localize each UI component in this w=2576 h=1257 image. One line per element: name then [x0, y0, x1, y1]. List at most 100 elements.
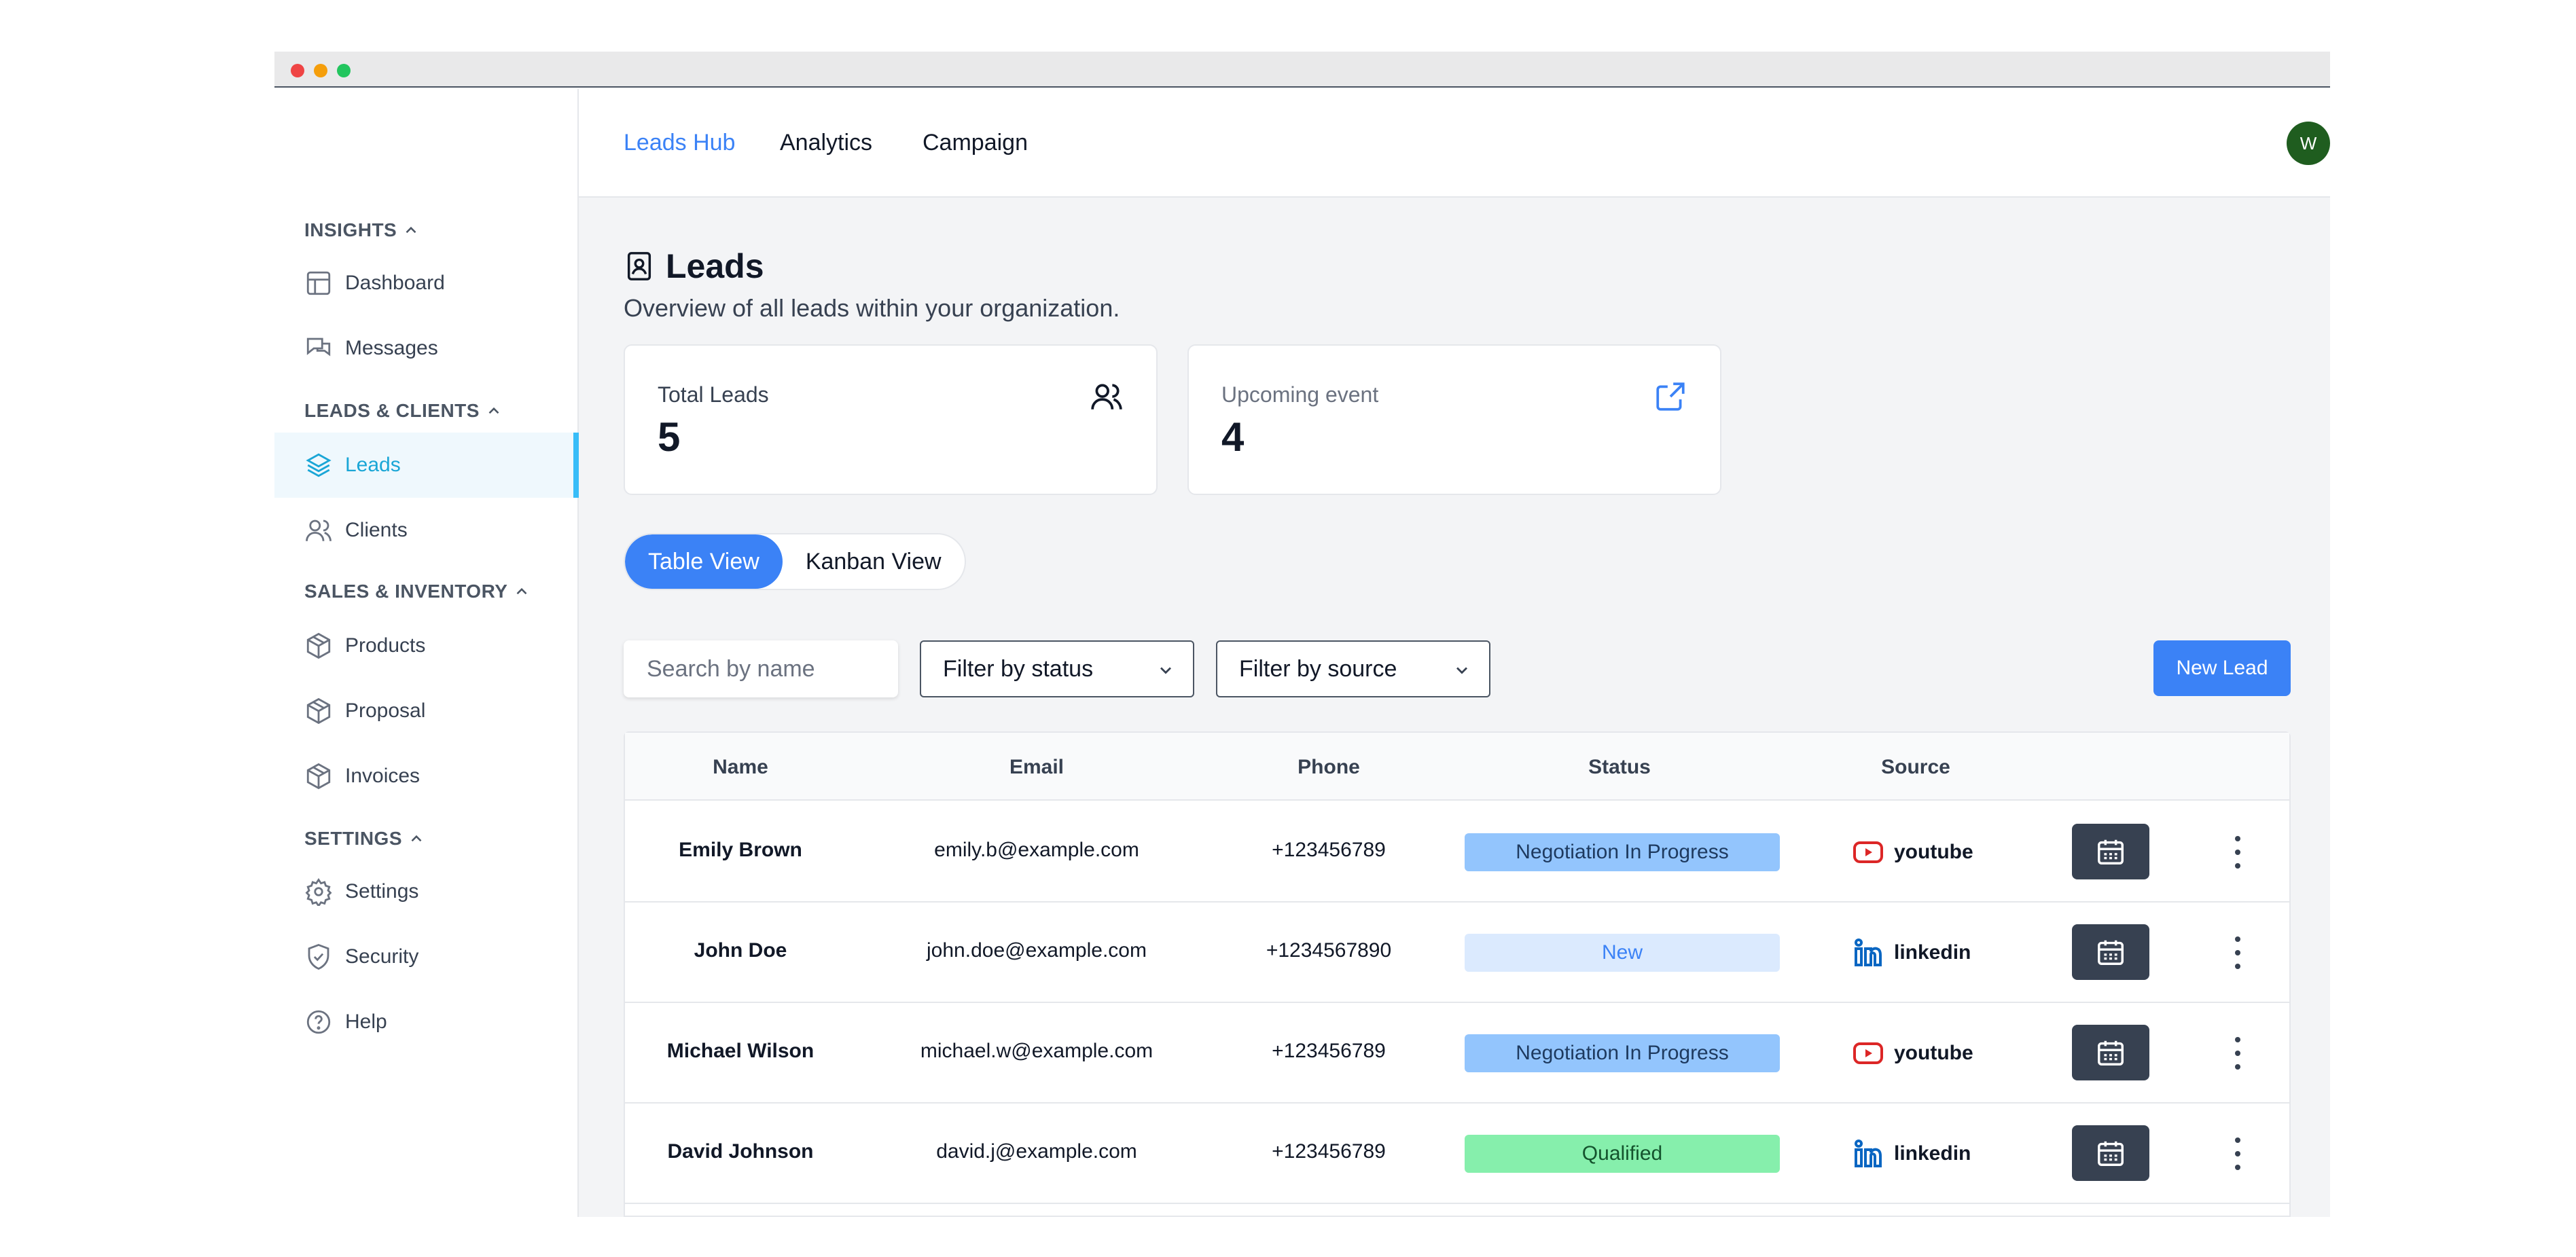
- external-link-icon[interactable]: [1653, 380, 1687, 414]
- row-menu-button[interactable]: [2225, 1133, 2250, 1174]
- sidebar-item-messages[interactable]: Messages: [274, 316, 577, 381]
- upcoming-event-card[interactable]: Upcoming event 4: [1187, 344, 1721, 495]
- status-badge: Negotiation In Progress: [1465, 833, 1780, 871]
- sidebar-item-clients[interactable]: Clients: [274, 498, 577, 563]
- sidebar-item-invoices[interactable]: Invoices: [274, 744, 577, 809]
- lead-source: youtube: [1852, 1037, 1973, 1070]
- gear-icon: [305, 877, 332, 906]
- lead-source: youtube: [1852, 836, 1973, 869]
- calendar-icon: [2098, 940, 2124, 965]
- chevron-up-icon: [517, 587, 527, 595]
- messages-icon: [306, 338, 331, 357]
- chevron-up-icon: [411, 835, 422, 842]
- lead-phone: +123456789: [1272, 1040, 1386, 1062]
- sidebar-item-settings[interactable]: Settings: [274, 859, 577, 924]
- column-header-email[interactable]: Email: [1009, 756, 1064, 779]
- section-settings[interactable]: SETTINGS: [304, 828, 425, 850]
- lead-phone: +123456789: [1272, 839, 1386, 861]
- kanban-view-button[interactable]: Kanban View: [783, 534, 965, 589]
- column-header-source[interactable]: Source: [1881, 756, 1950, 779]
- column-header-name[interactable]: Name: [713, 756, 768, 779]
- layout-icon: [306, 271, 331, 295]
- new-lead-button[interactable]: New Lead: [2153, 640, 2291, 696]
- card-value: 4: [1221, 414, 1245, 460]
- page-title: Leads: [624, 247, 764, 286]
- lead-email: john.doe@example.com: [927, 939, 1147, 962]
- users-icon: [1091, 384, 1122, 409]
- layers-icon: [306, 453, 332, 477]
- chevron-down-icon: [1160, 667, 1171, 674]
- calendar-icon: [2098, 1040, 2124, 1065]
- users-icon: [306, 520, 332, 541]
- lead-phone: +123456789: [1272, 1140, 1386, 1163]
- schedule-button[interactable]: [2072, 824, 2149, 879]
- section-sales-inventory[interactable]: SALES & INVENTORY: [304, 581, 531, 602]
- table-row[interactable]: [625, 1204, 2289, 1217]
- total-leads-card: Total Leads 5: [624, 344, 1158, 495]
- box-icon: [306, 632, 331, 659]
- maximize-window-button[interactable]: [337, 64, 351, 77]
- help-icon: [306, 1010, 331, 1034]
- row-menu-button[interactable]: [2225, 832, 2250, 873]
- lead-name: John Doe: [694, 939, 787, 962]
- tab-campaign[interactable]: Campaign: [923, 130, 1028, 156]
- calendar-icon: [2098, 1141, 2124, 1166]
- table-row[interactable]: Michael Wilson michael.w@example.com +12…: [625, 1003, 2289, 1104]
- row-menu-button[interactable]: [2225, 1033, 2250, 1074]
- section-insights[interactable]: INSIGHTS: [304, 219, 420, 241]
- sidebar-item-help[interactable]: Help: [274, 989, 577, 1055]
- table-row[interactable]: David Johnson david.j@example.com +12345…: [625, 1104, 2289, 1204]
- sidebar-item-security[interactable]: Security: [274, 924, 577, 989]
- schedule-button[interactable]: [2072, 924, 2149, 980]
- tab-leads-hub[interactable]: Leads Hub: [624, 130, 735, 156]
- sidebar-item-products[interactable]: Products: [274, 613, 577, 678]
- sidebar-item-leads[interactable]: Leads: [274, 433, 579, 498]
- schedule-button[interactable]: [2072, 1025, 2149, 1080]
- table-view-button[interactable]: Table View: [625, 534, 783, 589]
- card-value: 5: [658, 414, 681, 460]
- source-filter-select[interactable]: Filter by source: [1216, 640, 1490, 697]
- row-menu-button[interactable]: [2225, 932, 2250, 973]
- sidebar: INSIGHTS Dashboard Messages LEADS & CLIE…: [274, 89, 579, 1217]
- app-window: INSIGHTS Dashboard Messages LEADS & CLIE…: [274, 52, 2330, 1217]
- lead-name: Emily Brown: [679, 839, 802, 861]
- lead-name: David Johnson: [667, 1140, 814, 1163]
- status-badge: Negotiation In Progress: [1465, 1034, 1780, 1072]
- column-header-phone[interactable]: Phone: [1298, 756, 1360, 779]
- schedule-button[interactable]: [2072, 1125, 2149, 1181]
- table-row[interactable]: John Doe john.doe@example.com +123456789…: [625, 903, 2289, 1003]
- avatar[interactable]: W: [2287, 122, 2330, 165]
- card-label: Upcoming event: [1221, 382, 1379, 407]
- box-icon: [306, 763, 331, 790]
- box-icon: [306, 697, 331, 725]
- contact-book-icon: [627, 252, 651, 280]
- shield-icon: [308, 944, 329, 970]
- tab-analytics[interactable]: Analytics: [780, 130, 872, 156]
- leads-table: Name Email Phone Status Source Emily Bro…: [624, 731, 2291, 1217]
- chevron-up-icon: [488, 407, 499, 414]
- minimize-window-button[interactable]: [314, 64, 327, 77]
- lead-email: michael.w@example.com: [920, 1040, 1153, 1062]
- close-window-button[interactable]: [291, 64, 304, 77]
- page-subtitle: Overview of all leads within your organi…: [624, 294, 1120, 322]
- status-filter-select[interactable]: Filter by status: [920, 640, 1194, 697]
- search-input[interactable]: Search by name: [624, 640, 898, 697]
- table-row[interactable]: Emily Brown emily.b@example.com +1234567…: [625, 802, 2289, 903]
- status-badge: Qualified: [1465, 1135, 1780, 1173]
- lead-name: Michael Wilson: [666, 1040, 815, 1062]
- sidebar-item-dashboard[interactable]: Dashboard: [274, 251, 577, 316]
- linkedin-icon: [1855, 1140, 1882, 1167]
- lead-source: linkedin: [1852, 1137, 1971, 1170]
- lead-email: emily.b@example.com: [934, 839, 1139, 861]
- sidebar-item-proposal[interactable]: Proposal: [274, 678, 577, 744]
- title-bar: [274, 52, 2330, 88]
- section-leads-clients[interactable]: LEADS & CLIENTS: [304, 400, 503, 422]
- chevron-down-icon: [1456, 667, 1467, 674]
- lead-email: david.j@example.com: [936, 1140, 1137, 1163]
- card-label: Total Leads: [658, 382, 769, 407]
- lead-phone: +1234567890: [1266, 939, 1392, 962]
- youtube-icon: [1853, 1042, 1883, 1064]
- top-navbar: Leads Hub Analytics Campaign W: [579, 89, 2330, 198]
- lead-source: linkedin: [1852, 936, 1971, 969]
- column-header-status[interactable]: Status: [1588, 756, 1651, 779]
